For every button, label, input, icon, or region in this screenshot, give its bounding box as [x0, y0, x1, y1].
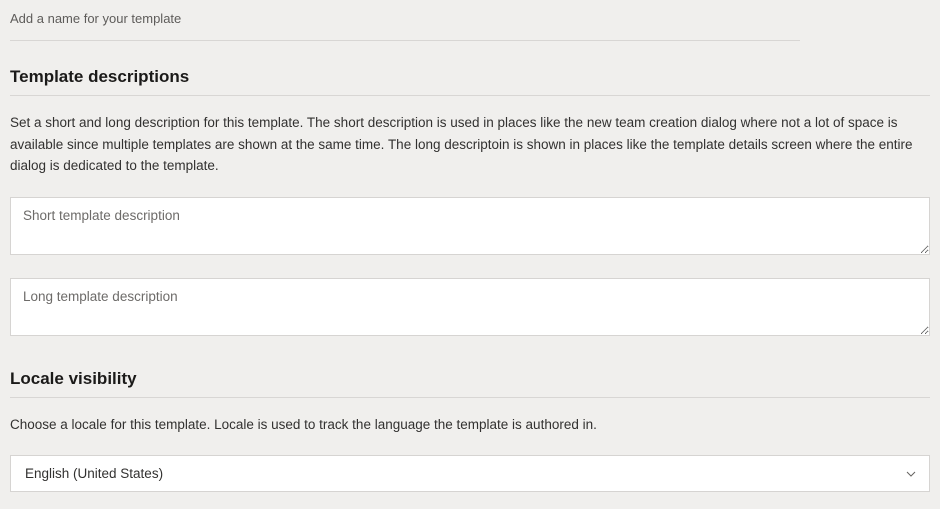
locale-select-value: English (United States)	[11, 456, 929, 491]
locale-section: Locale visibility Choose a locale for th…	[10, 369, 930, 493]
short-description-textarea[interactable]	[10, 197, 930, 255]
long-description-textarea[interactable]	[10, 278, 930, 336]
locale-visibility-heading: Locale visibility	[10, 369, 930, 398]
locale-visibility-body: Choose a locale for this template. Local…	[10, 414, 930, 436]
template-name-field-wrapper	[10, 10, 800, 41]
template-name-input[interactable]	[10, 11, 800, 26]
template-descriptions-body: Set a short and long description for thi…	[10, 112, 930, 177]
template-descriptions-heading: Template descriptions	[10, 67, 930, 96]
locale-select[interactable]: English (United States)	[10, 455, 930, 492]
